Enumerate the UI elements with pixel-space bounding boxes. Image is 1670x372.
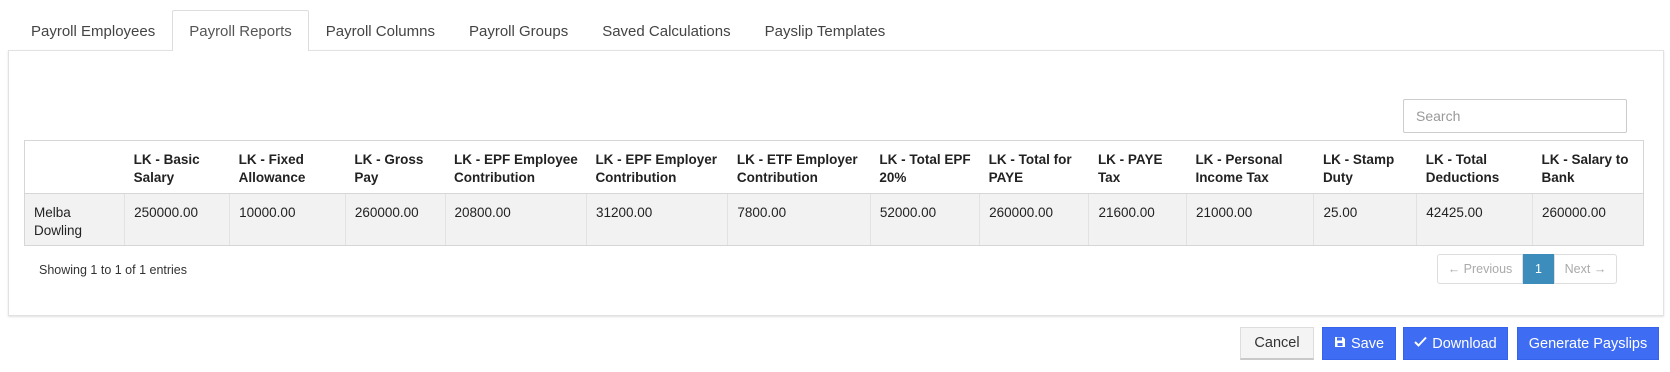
tab-bar: Payroll Employees Payroll Reports Payrol… <box>14 10 903 51</box>
table-cell: 7800.00 <box>727 193 871 245</box>
column-header[interactable]: LK - EPF Employer Contribution <box>586 141 728 194</box>
floppy-disk-icon <box>1334 336 1346 352</box>
tab-payroll-employees[interactable]: Payroll Employees <box>14 10 172 51</box>
check-icon <box>1414 336 1427 351</box>
column-header[interactable]: LK - Personal Income Tax <box>1186 141 1314 194</box>
table-cell: 250000.00 <box>124 193 231 245</box>
table-cell: 31200.00 <box>586 193 729 245</box>
table-header-row: LK - Basic Salary LK - Fixed Allowance L… <box>25 141 1643 194</box>
table-cell: 42425.00 <box>1416 193 1534 245</box>
table-cell: 25.00 <box>1313 193 1418 245</box>
generate-payslips-button[interactable]: Generate Payslips <box>1517 327 1659 360</box>
table-cell: 52000.00 <box>870 193 981 245</box>
save-button[interactable]: Save <box>1322 327 1396 360</box>
tab-payroll-groups[interactable]: Payroll Groups <box>452 10 585 51</box>
column-header[interactable]: LK - Total for PAYE <box>979 141 1089 194</box>
report-table-wrapper: LK - Basic Salary LK - Fixed Allowance L… <box>24 140 1644 246</box>
table-cell: 21600.00 <box>1088 193 1187 245</box>
column-header[interactable]: LK - Gross Pay <box>345 141 445 194</box>
tab-payroll-columns[interactable]: Payroll Columns <box>309 10 452 51</box>
generate-payslips-button-label: Generate Payslips <box>1528 335 1648 352</box>
save-button-label: Save <box>1350 335 1385 352</box>
table-cell: 21000.00 <box>1186 193 1315 245</box>
column-header[interactable]: LK - EPF Employee Contribution <box>445 141 587 194</box>
employee-name-cell: Melba Dowling <box>25 193 126 245</box>
column-header[interactable]: LK - PAYE Tax <box>1088 141 1187 194</box>
table-row: Melba Dowling 250000.00 10000.00 260000.… <box>25 193 1643 245</box>
column-header[interactable]: LK - Salary to Bank <box>1532 141 1643 194</box>
column-header[interactable]: LK - Total Deductions <box>1416 141 1533 194</box>
report-panel: LK - Basic Salary LK - Fixed Allowance L… <box>8 50 1664 316</box>
tab-payroll-reports[interactable]: Payroll Reports <box>172 10 309 51</box>
current-page-button[interactable]: 1 <box>1523 254 1554 284</box>
previous-page-button[interactable]: ← Previous <box>1437 254 1523 284</box>
cancel-button[interactable]: Cancel <box>1240 327 1314 360</box>
cancel-button-label: Cancel <box>1254 335 1300 351</box>
column-header[interactable]: LK - Stamp Duty <box>1313 141 1417 194</box>
column-header[interactable]: LK - Basic Salary <box>124 141 230 194</box>
table-cell: 260000.00 <box>1532 193 1643 245</box>
column-header-employee[interactable] <box>25 141 125 194</box>
download-button[interactable]: Download <box>1403 327 1508 360</box>
table-info-text: Showing 1 to 1 of 1 entries <box>39 263 188 277</box>
table-cell: 20800.00 <box>445 193 587 245</box>
pagination: ← Previous 1 Next → <box>1437 254 1617 284</box>
search-input[interactable] <box>1403 99 1627 133</box>
report-table: LK - Basic Salary LK - Fixed Allowance L… <box>25 141 1643 245</box>
tab-saved-calculations[interactable]: Saved Calculations <box>585 10 747 51</box>
table-cell: 260000.00 <box>979 193 1090 245</box>
tab-payslip-templates[interactable]: Payslip Templates <box>748 10 903 51</box>
column-header[interactable]: LK - Total EPF 20% <box>870 141 980 194</box>
next-page-button[interactable]: Next → <box>1554 254 1617 284</box>
table-cell: 10000.00 <box>229 193 346 245</box>
table-cell: 260000.00 <box>345 193 446 245</box>
column-header[interactable]: LK - ETF Employer Contribution <box>727 141 871 194</box>
download-button-label: Download <box>1432 335 1497 352</box>
column-header[interactable]: LK - Fixed Allowance <box>229 141 346 194</box>
